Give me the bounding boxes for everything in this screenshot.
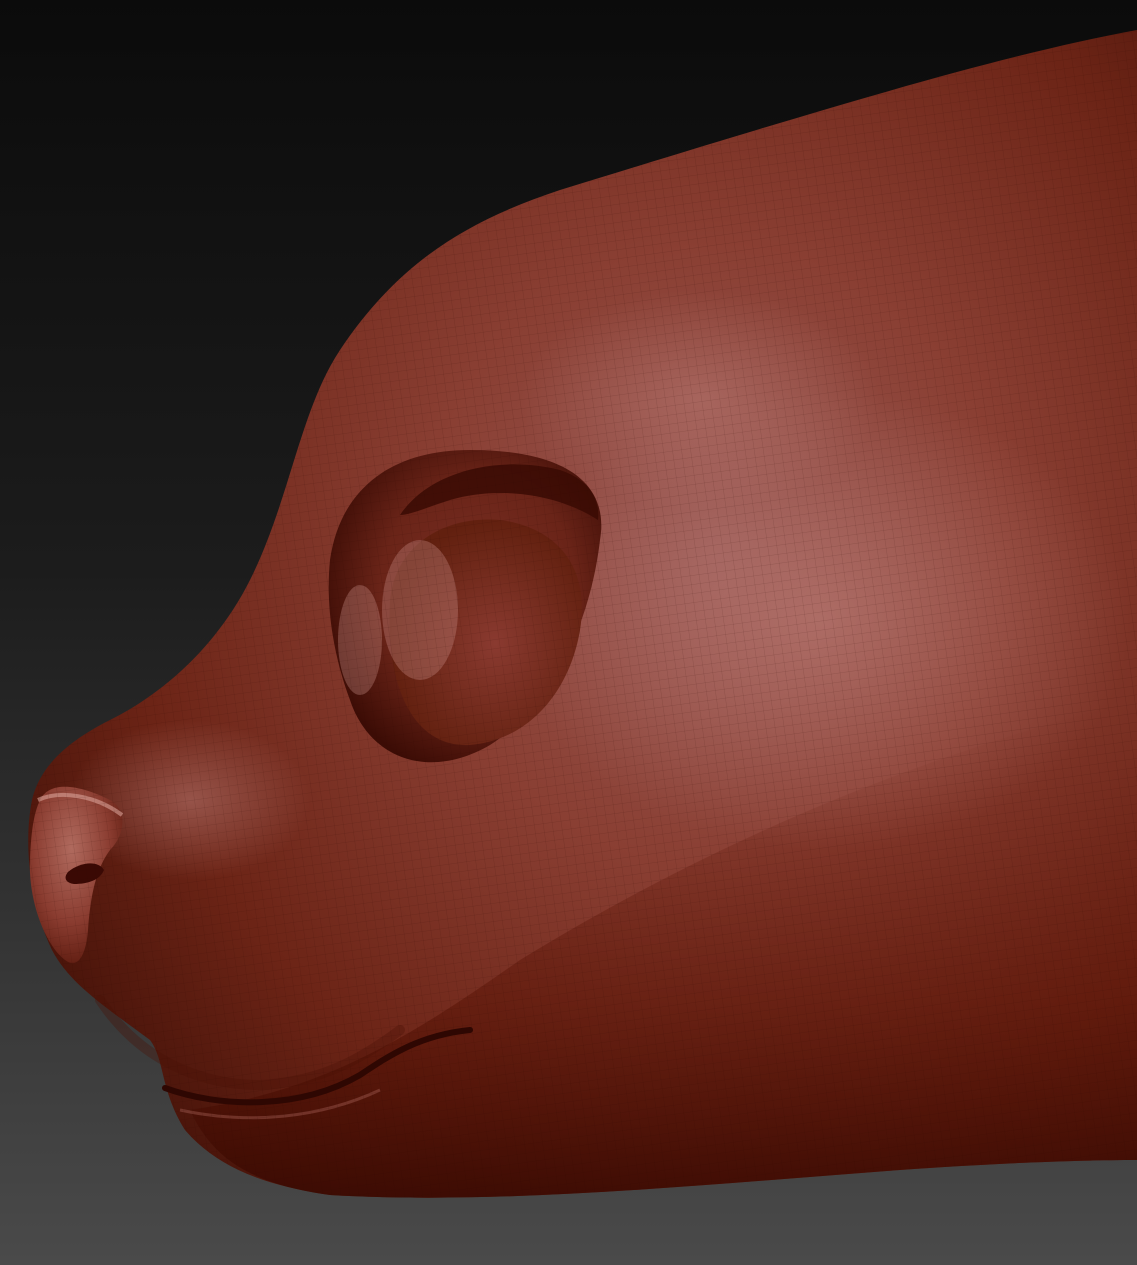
sculpt-scene [0,0,1137,1265]
sculpt-viewport[interactable] [0,0,1137,1265]
